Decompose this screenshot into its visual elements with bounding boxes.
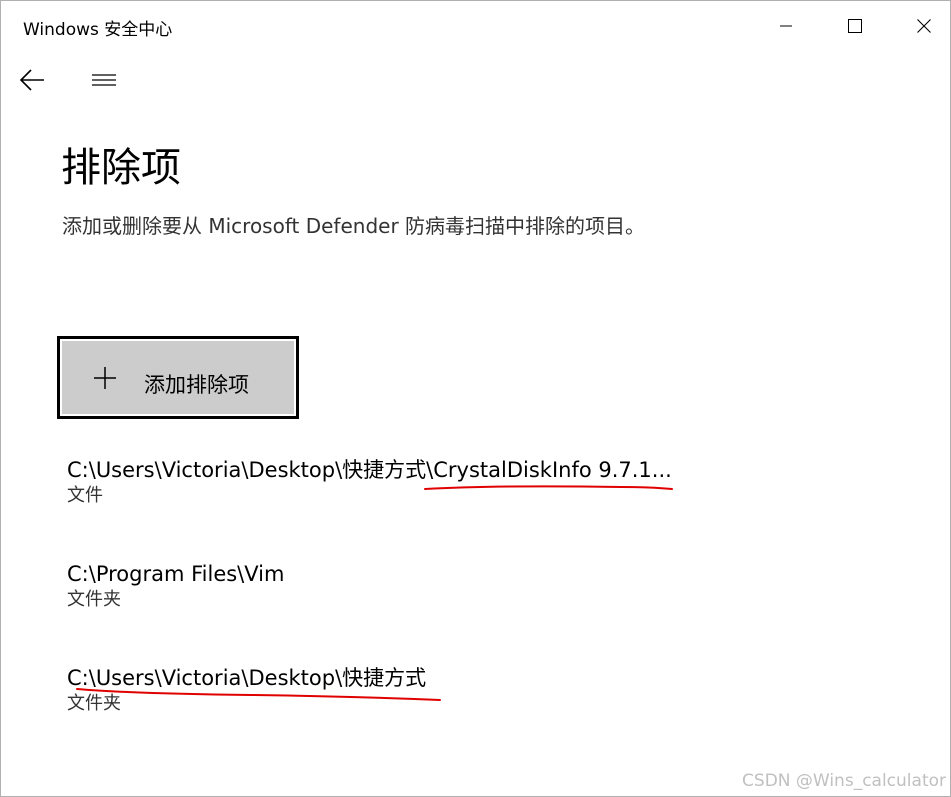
exclusion-type: 文件 bbox=[67, 485, 103, 506]
back-arrow-icon bbox=[19, 69, 44, 91]
title-bar[interactable]: Windows 安全中心 bbox=[1, 1, 950, 51]
page-description: 添加或删除要从 Microsoft Defender 防病毒扫描中排除的项目。 bbox=[62, 214, 646, 238]
watermark: CSDN @Wins_calculator bbox=[742, 771, 946, 791]
navigation-menu-button[interactable] bbox=[87, 61, 121, 99]
page-title: 排除项 bbox=[61, 145, 181, 191]
exclusion-type: 文件夹 bbox=[67, 693, 121, 714]
hamburger-menu-icon bbox=[92, 74, 116, 86]
exclusion-item[interactable]: C:\Users\Victoria\Desktop\快捷方式\CrystalDi… bbox=[67, 456, 767, 508]
close-icon bbox=[917, 19, 931, 33]
minimize-icon bbox=[780, 25, 792, 27]
add-exclusion-button[interactable]: 添加排除项 bbox=[57, 336, 299, 419]
app-window: Windows 安全中心 排除项 添加或删除要从 Microsoft Defen… bbox=[0, 0, 951, 797]
plus-icon bbox=[94, 367, 116, 389]
add-exclusion-label: 添加排除项 bbox=[144, 373, 249, 397]
exclusion-item[interactable]: C:\Users\Victoria\Desktop\快捷方式 文件夹 bbox=[67, 664, 767, 716]
maximize-button[interactable] bbox=[832, 1, 878, 51]
add-exclusion-button-face[interactable]: 添加排除项 bbox=[62, 341, 294, 414]
app-title: Windows 安全中心 bbox=[23, 20, 173, 40]
maximize-icon bbox=[848, 19, 862, 33]
close-button[interactable] bbox=[901, 1, 947, 51]
exclusion-item[interactable]: C:\Program Files\Vim 文件夹 bbox=[67, 560, 767, 612]
exclusion-path: C:\Users\Victoria\Desktop\快捷方式 bbox=[67, 666, 427, 690]
back-button[interactable] bbox=[15, 61, 49, 99]
minimize-button[interactable] bbox=[763, 1, 809, 51]
exclusion-path: C:\Users\Victoria\Desktop\快捷方式\CrystalDi… bbox=[67, 458, 672, 482]
exclusion-path: C:\Program Files\Vim bbox=[67, 562, 285, 586]
exclusion-type: 文件夹 bbox=[67, 589, 121, 610]
